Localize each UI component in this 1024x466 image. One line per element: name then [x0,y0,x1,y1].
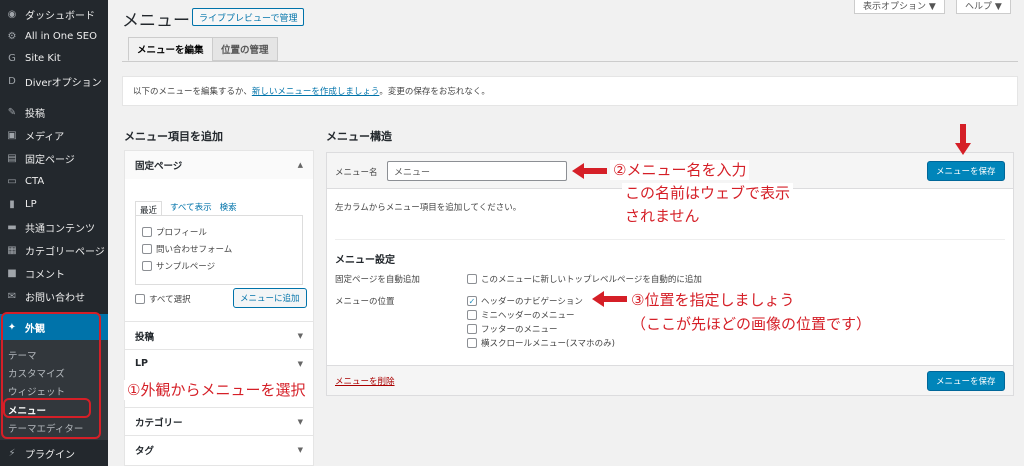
checkbox[interactable] [142,244,152,254]
sidebar-item-lp[interactable]: ▮ LP [0,193,108,215]
menu-hint: 左カラムからメニュー項目を追加してください。 [335,203,522,213]
checkbox[interactable] [467,338,477,348]
dashboard-icon: ◉ [7,8,17,20]
annotation-step1: ①外観からメニューを選択 [124,380,309,400]
accordion-lp[interactable]: LP ▼ [125,349,313,377]
sidebar-item-sitekit[interactable]: G Site Kit [0,47,108,69]
save-menu-button-top[interactable]: メニューを保存 [927,161,1005,181]
sidebar-item-contact[interactable]: ✉ お問い合わせ [0,285,108,307]
save-menu-button-bottom[interactable]: メニューを保存 [927,371,1005,391]
annotation-step3b: （ここが先ほどの画像の位置です） [628,314,875,334]
sitekit-icon: G [8,52,16,64]
sidebar-item-posts[interactable]: ✎ 投稿 [0,101,108,123]
diver-icon: D [8,75,16,87]
seo-icon: ⚙ [7,30,17,42]
sidebar-item-seo[interactable]: ⚙ All in One SEO [0,25,108,47]
delete-menu-link[interactable]: メニューを削除 [335,375,395,387]
location-footer[interactable]: フッターのメニュー [467,323,558,335]
arrow-down-icon [955,124,971,155]
appearance-highlight [1,312,101,439]
list-item[interactable]: 問い合わせフォーム [142,243,232,255]
menu-name-input[interactable]: メニュー [387,161,567,181]
auto-add-option[interactable]: このメニューに新しいトップレベルページを自動的に追加 [467,273,702,285]
checkbox[interactable] [467,324,477,334]
folder-icon: ▬ [7,221,17,233]
sidebar-item-pages[interactable]: ▤ 固定ページ [0,147,108,169]
accordion-posts[interactable]: 投稿 ▼ [125,321,313,349]
chevron-down-icon: ▼ [297,417,303,426]
tab-divider [122,61,1018,62]
chevron-down-icon: ▼ [297,445,303,454]
lp-icon: ▮ [9,198,15,210]
comment-icon: ■ [7,267,17,279]
sidebar-item-media[interactable]: ▣ メディア [0,124,108,146]
select-all[interactable]: すべて選択 [135,293,191,305]
annotation-step2b: この名前はウェブで表示 [622,183,794,203]
category-icon: ▦ [7,244,17,256]
list-item[interactable]: プロフィール [142,226,207,238]
checkbox[interactable] [467,310,477,320]
help-button[interactable]: ヘルプ ▼ [956,0,1011,14]
accordion-category[interactable]: カテゴリー ▼ [125,407,313,435]
checkbox[interactable] [467,274,477,284]
location-header-nav[interactable]: ✓ ヘッダーのナビゲーション [467,295,583,307]
checkbox[interactable] [135,294,145,304]
list-item[interactable]: サンプルページ [142,260,215,272]
sidebar-item-cta[interactable]: ▭ CTA [0,170,108,192]
plugin-icon: ⚡ [8,447,16,459]
sidebar-item-common[interactable]: ▬ 共通コンテンツ [0,216,108,238]
sidebar-item-comments[interactable]: ■ コメント [0,262,108,284]
divider [335,239,1005,240]
arrow-left-icon [592,291,627,307]
sidebar-item-plugins[interactable]: ⚡ プラグイン [0,442,108,464]
tab-manage-locations[interactable]: 位置の管理 [212,37,278,61]
menu-name-label: メニュー名 [335,168,378,178]
annotation-step2c: されません [622,206,703,226]
annotation-step3a: ③位置を指定しましょう [628,290,798,310]
tab-edit-menus[interactable]: メニューを編集 [128,37,213,61]
page-title: メニュー [122,11,190,31]
menu-structure-heading: メニュー構造 [326,130,392,143]
create-menu-link[interactable]: 新しいメニューを作成しましょう [252,85,380,97]
accordion-tag[interactable]: タグ ▼ [125,435,313,463]
checkbox[interactable] [142,261,152,271]
add-items-panel: 固定ページ ▲ 最近 すべて表示 検索 プロフィール 問い合わせフォーム サンプ… [124,150,314,466]
chevron-down-icon: ▼ [297,331,303,340]
cta-icon: ▭ [7,175,17,187]
pin-icon: ✎ [7,106,17,118]
pages-list: プロフィール 問い合わせフォーム サンプルページ [135,215,303,285]
checkbox[interactable] [142,227,152,237]
live-preview-button[interactable]: ライブプレビューで管理 [192,8,305,26]
arrow-left-icon [572,163,607,179]
screen-options-button[interactable]: 表示オプション ▼ [854,0,945,14]
page-icon: ▤ [7,152,17,164]
chevron-down-icon: ▼ [297,359,303,368]
menu-settings-heading: メニュー設定 [335,255,395,266]
checkbox-checked[interactable]: ✓ [467,296,477,306]
menu-highlight [3,398,91,418]
add-to-menu-button[interactable]: メニューに追加 [233,288,307,308]
info-notice: 以下のメニューを編集するか、 新しいメニューを作成しましょう 。変更の保存をお忘… [122,76,1018,106]
menu-footer-bar: メニューを削除 メニューを保存 [327,365,1013,395]
add-items-heading: メニュー項目を追加 [124,130,223,143]
location-label: メニューの位置 [335,297,395,307]
accordion-pages[interactable]: 固定ページ ▲ [125,151,313,179]
sidebar-item-diver[interactable]: D Diverオプション [0,70,108,92]
sidebar-item-dashboard[interactable]: ◉ ダッシュボード [0,3,108,25]
media-icon: ▣ [7,129,17,141]
location-scroll-menu[interactable]: 横スクロールメニュー(スマホのみ) [467,337,615,349]
chevron-up-icon: ▲ [297,161,303,169]
annotation-step2a: ②メニュー名を入力 [610,160,750,180]
location-mini-header[interactable]: ミニヘッダーのメニュー [467,309,575,321]
sidebar-item-category[interactable]: ▦ カテゴリーページ [0,239,108,261]
mail-icon: ✉ [7,290,17,302]
auto-add-label: 固定ページを自動追加 [335,275,420,285]
